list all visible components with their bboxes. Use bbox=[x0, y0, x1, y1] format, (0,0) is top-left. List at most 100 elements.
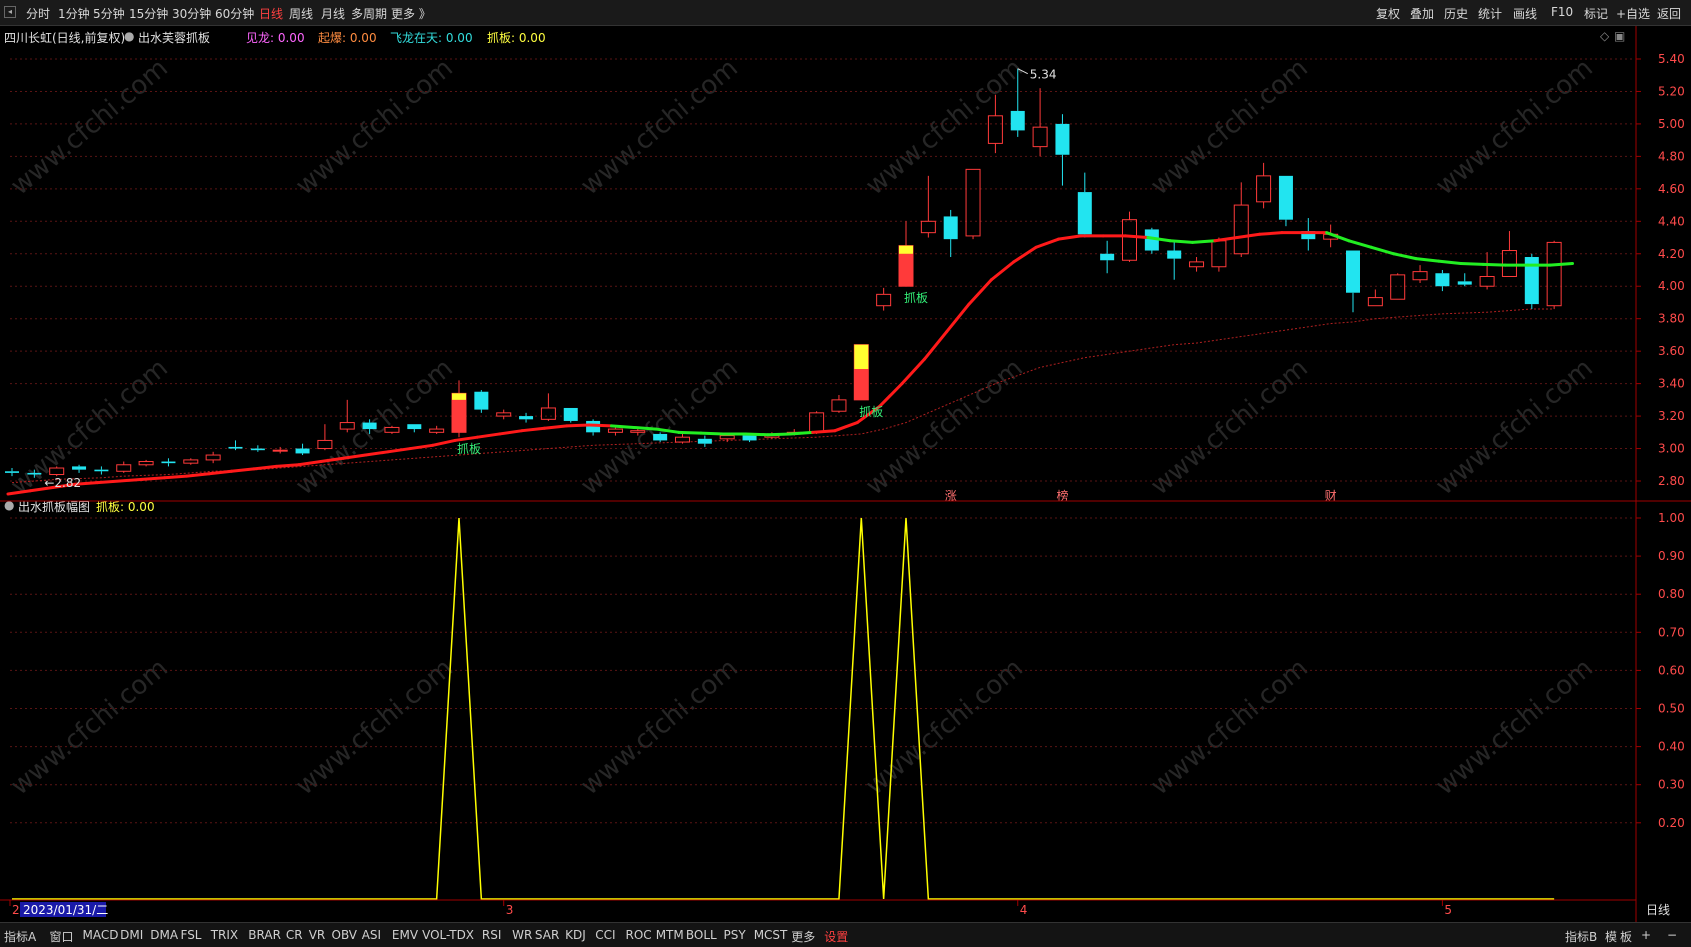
candle-body-up bbox=[1256, 175, 1272, 203]
indicator-tab-11[interactable]: ASI bbox=[362, 928, 381, 942]
ma-segment bbox=[140, 476, 166, 481]
bottom-button-1[interactable]: 模 bbox=[1605, 928, 1617, 945]
indicator-tab-22[interactable]: PSY bbox=[724, 928, 746, 942]
indicator-tab-5[interactable]: FSL bbox=[181, 928, 202, 942]
indicator-tab-9[interactable]: VR bbox=[309, 928, 326, 942]
candle-body-up bbox=[675, 436, 690, 443]
indicator-tab-25[interactable]: 设置 bbox=[824, 928, 848, 945]
candle-body-up bbox=[1189, 261, 1205, 268]
tab-period-8[interactable]: 月线 bbox=[321, 5, 345, 22]
tab-period-4[interactable]: 30分钟 bbox=[172, 5, 211, 22]
indicator-tab-14[interactable]: RSI bbox=[482, 928, 502, 942]
indicator-tab-6[interactable]: TRIX bbox=[211, 928, 238, 942]
candle-body-up bbox=[1412, 271, 1428, 281]
indicator-tab-23[interactable]: MCST bbox=[754, 928, 788, 942]
toolbar-button-3[interactable]: 统计 bbox=[1478, 5, 1502, 22]
zhuaban-cap bbox=[452, 393, 466, 400]
ma-segment bbox=[922, 330, 949, 361]
bottom-indicator-bar: 指标A 窗口 MACD DMI DMA FSL TRIX BRAR CR VR OBV ASI EMV V… bbox=[0, 922, 1691, 947]
price-tick-label: 3.80 bbox=[1658, 312, 1685, 326]
toolbar-button-0[interactable]: 复权 bbox=[1376, 5, 1400, 22]
indicator-tab-17[interactable]: KDJ bbox=[565, 928, 586, 942]
candle-body-down bbox=[1457, 281, 1472, 285]
ma-segment bbox=[475, 432, 502, 439]
tab-period-10[interactable]: 更多 》 bbox=[391, 5, 431, 22]
candle-body-down bbox=[1346, 250, 1360, 293]
chart-area[interactable]: www.cfchi.com www.cfchi.com www.cfchi.com w… bbox=[0, 26, 1691, 922]
tab-period-3[interactable]: 15分钟 bbox=[129, 5, 168, 22]
indicator-tab-21[interactable]: BOLL bbox=[686, 928, 717, 942]
bottom-button-3[interactable]: + bbox=[1641, 928, 1651, 942]
window-control-icon[interactable]: ◂ bbox=[4, 6, 16, 18]
price-tick-label: 4.80 bbox=[1658, 149, 1685, 163]
ma-segment bbox=[1392, 252, 1418, 261]
tab-period-1[interactable]: 1分钟 bbox=[58, 5, 90, 22]
toolbar-button-5[interactable]: F10 bbox=[1551, 5, 1573, 19]
tab-period-9[interactable]: 多周期 bbox=[351, 5, 387, 22]
indicator-tab-2[interactable]: MACD bbox=[83, 928, 119, 942]
indicator-tab-3[interactable]: DMI bbox=[120, 928, 143, 942]
indicator-tab-15[interactable]: WR bbox=[512, 928, 532, 942]
indicator-tab-0[interactable]: 指标A bbox=[4, 928, 36, 945]
toolbar-button-1[interactable]: 叠加 bbox=[1410, 5, 1434, 22]
watermark-layer: www.cfchi.com www.cfchi.com www.cfchi.com w… bbox=[5, 53, 1599, 801]
indicator-tab-4[interactable]: DMA bbox=[150, 928, 178, 942]
bottom-button-4[interactable]: − bbox=[1667, 928, 1677, 942]
indicator-tab-12[interactable]: EMV bbox=[392, 928, 418, 942]
candle-body-down bbox=[519, 416, 534, 420]
zhuaban-cap bbox=[854, 344, 869, 370]
indicator-tab-24[interactable]: 更多 bbox=[791, 928, 815, 945]
watermark-text: www.cfchi.com bbox=[290, 653, 459, 801]
ma-segment bbox=[1369, 245, 1396, 256]
indicator-tab-8[interactable]: CR bbox=[286, 928, 303, 942]
watermark-text: www.cfchi.com bbox=[5, 53, 174, 201]
toolbar-button-8[interactable]: 返回 bbox=[1657, 5, 1681, 22]
watermark-text: www.cfchi.com bbox=[1430, 353, 1599, 501]
ma-segment bbox=[788, 430, 815, 436]
zhuaban-signal-line bbox=[12, 517, 1555, 900]
indicator-tick-label: 0.60 bbox=[1658, 663, 1685, 677]
indicator-tab-1[interactable]: 窗口 bbox=[50, 928, 74, 945]
indicator-tab-13[interactable]: VOL-TDX bbox=[422, 928, 474, 942]
watermark-text: www.cfchi.com bbox=[1145, 653, 1314, 801]
indicator-tab-20[interactable]: MTM bbox=[656, 928, 684, 942]
ma-segment bbox=[744, 432, 770, 437]
ma-segment bbox=[677, 430, 703, 435]
tab-period-5[interactable]: 60分钟 bbox=[215, 5, 254, 22]
bottom-button-0[interactable]: 指标B bbox=[1565, 928, 1597, 945]
indicator-tab-19[interactable]: ROC bbox=[626, 928, 652, 942]
tab-period-2[interactable]: 5分钟 bbox=[93, 5, 125, 22]
candle-body-down bbox=[27, 472, 42, 475]
indicator-tab-7[interactable]: BRAR bbox=[248, 928, 281, 942]
price-tick-label: 3.20 bbox=[1658, 409, 1685, 423]
toolbar-button-7[interactable]: +自选 bbox=[1616, 5, 1650, 22]
tab-period-0[interactable]: 分时 bbox=[26, 5, 50, 22]
price-tick-label: 3.00 bbox=[1658, 442, 1685, 456]
tab-period-7[interactable]: 周线 bbox=[289, 5, 313, 22]
candle-body-down bbox=[1077, 192, 1092, 235]
indicator-tick-label: 0.30 bbox=[1658, 778, 1685, 792]
ma-segment bbox=[431, 438, 457, 447]
ma-segment bbox=[408, 443, 435, 451]
price-tick-label: 3.60 bbox=[1658, 344, 1685, 358]
candle-body-up bbox=[1367, 297, 1383, 307]
ma-segment bbox=[833, 421, 859, 433]
toolbar-button-4[interactable]: 画线 bbox=[1513, 5, 1537, 22]
bottom-button-2[interactable]: 板 bbox=[1620, 928, 1632, 945]
toolbar-button-2[interactable]: 历史 bbox=[1444, 5, 1468, 22]
tab-period-6[interactable]: 日线 bbox=[259, 5, 283, 22]
indicator-tab-16[interactable]: SAR bbox=[535, 928, 559, 942]
ma-segment bbox=[609, 424, 636, 429]
candle-body-up bbox=[429, 428, 445, 433]
candle-body-up bbox=[965, 168, 981, 237]
candle-body-up bbox=[876, 293, 892, 307]
toolbar-button-6[interactable]: 标记 bbox=[1584, 5, 1608, 22]
ma-segment bbox=[95, 479, 122, 485]
indicator-tab-10[interactable]: OBV bbox=[332, 928, 358, 942]
candle-body-down bbox=[943, 216, 958, 240]
candle-body-down bbox=[474, 391, 489, 410]
indicator-tab-18[interactable]: CCI bbox=[595, 928, 615, 942]
indicator-tick-label: 0.70 bbox=[1658, 625, 1685, 639]
candle-body-down bbox=[5, 471, 19, 473]
ma-segment bbox=[1347, 239, 1373, 249]
